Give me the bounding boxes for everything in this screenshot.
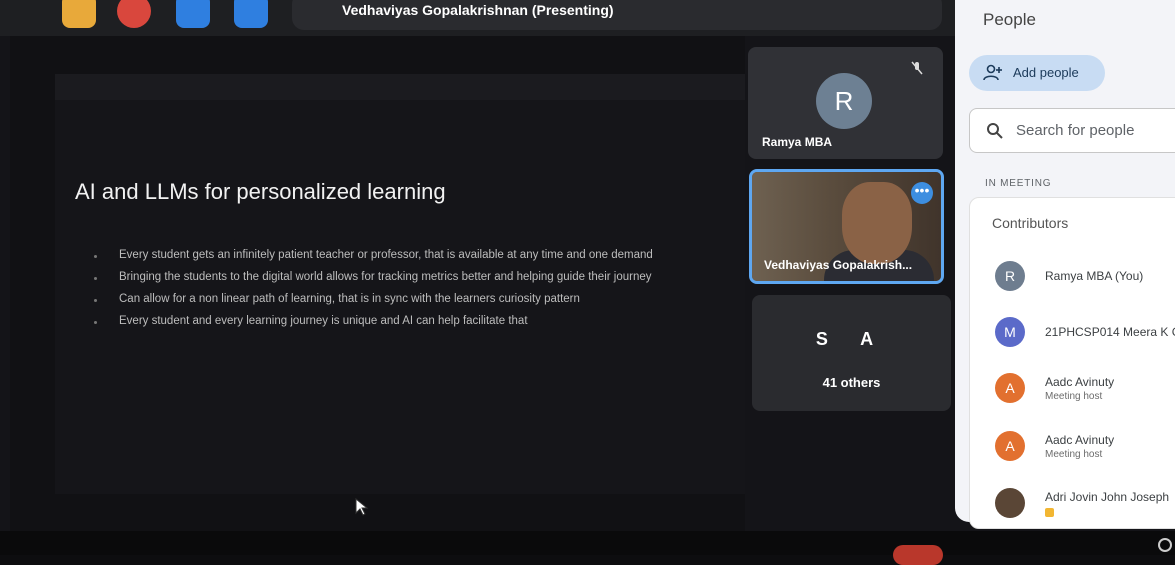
bullet-item: Every student gets an infinitely patient…: [75, 249, 685, 262]
end-call-button[interactable]: [893, 545, 943, 565]
mic-off-icon: [911, 61, 923, 75]
slide: AI and LLMs for personalized learning Ev…: [55, 74, 745, 494]
person-name: Adri Jovin John Joseph: [1045, 490, 1170, 504]
bullet-item: Every student and every learning journey…: [75, 315, 685, 328]
annotate-button[interactable]: [234, 0, 268, 28]
person-role: Meeting host: [1045, 449, 1103, 460]
search-placeholder: Search for people: [1016, 122, 1135, 139]
slide-title: AI and LLMs for personalized learning: [75, 179, 446, 204]
person-name: Ramya MBA (You): [1045, 269, 1144, 283]
list-item[interactable]: M 21PHCSP014 Meera K G: [995, 317, 1175, 357]
presentation-stage: AI and LLMs for personalized learning Ev…: [10, 36, 745, 531]
list-item[interactable]: Adri Jovin John Joseph: [995, 488, 1175, 528]
search-input[interactable]: Search for people: [969, 108, 1175, 153]
others-initials: S A: [815, 329, 888, 349]
record-button[interactable]: [117, 0, 151, 28]
participant-name: Vedhaviyas Gopalakrish...: [764, 258, 913, 272]
person-role: Meeting host: [1045, 391, 1103, 402]
bullet-item: Bringing the students to the digital wor…: [75, 271, 685, 284]
top-toolbar: Vedhaviyas Gopalakrishnan (Presenting): [0, 0, 955, 36]
list-item[interactable]: A Aadc Avinuty Meeting host: [995, 431, 1175, 471]
others-count: 41 others: [822, 375, 881, 390]
avatar: M: [995, 317, 1025, 347]
avatar-photo: [995, 488, 1025, 518]
add-people-button[interactable]: Add people: [969, 55, 1105, 91]
avatar: R: [995, 261, 1025, 291]
slide-bullets: Every student gets an infinitely patient…: [75, 249, 685, 337]
contributors-list: Contributors R Ramya MBA (You) M 21PHCSP…: [969, 197, 1175, 529]
avatar: A: [995, 373, 1025, 403]
participant-name: Ramya MBA: [762, 135, 833, 149]
presenting-chip[interactable]: Vedhaviyas Gopalakrishnan (Presenting): [292, 0, 942, 30]
toolbar-button-1[interactable]: [62, 0, 96, 28]
presenting-label: Vedhaviyas Gopalakrishnan (Presenting): [342, 2, 614, 18]
panel-title: People: [983, 10, 1036, 29]
participant-tile-presenter[interactable]: ••• Vedhaviyas Gopalakrish...: [749, 169, 944, 284]
video-person-face: [842, 182, 912, 264]
presenting-badge-icon: [1045, 508, 1054, 517]
section-label: IN MEETING: [985, 178, 1052, 189]
add-people-label: Add people: [1013, 65, 1079, 80]
avatar: R: [816, 73, 872, 129]
contributors-header[interactable]: Contributors: [992, 215, 1068, 231]
add-person-icon: [983, 64, 1002, 81]
slide-header-bar: [55, 74, 745, 100]
info-icon[interactable]: [1158, 538, 1172, 552]
bullet-item: Can allow for a non linear path of learn…: [75, 293, 685, 306]
avatar: A: [995, 431, 1025, 461]
person-name: 21PHCSP014 Meera K G: [1045, 325, 1175, 339]
mouse-cursor-icon: [355, 498, 369, 516]
others-tile[interactable]: S A 41 others: [752, 295, 951, 411]
list-item[interactable]: A Aadc Avinuty Meeting host: [995, 373, 1175, 413]
more-options-icon[interactable]: •••: [911, 182, 933, 204]
whiteboard-button[interactable]: [176, 0, 210, 28]
person-name: Aadc Avinuty: [1045, 375, 1115, 389]
people-panel: People Add people Search for people IN M…: [955, 0, 1175, 529]
person-name: Aadc Avinuty: [1045, 433, 1115, 447]
bottom-control-bar: [0, 531, 1175, 555]
meet-window: Vedhaviyas Gopalakrishnan (Presenting) A…: [0, 0, 1175, 565]
list-item[interactable]: R Ramya MBA (You): [995, 261, 1175, 301]
search-icon: [987, 123, 1003, 139]
participant-tile-ramya[interactable]: R Ramya MBA: [748, 47, 943, 159]
